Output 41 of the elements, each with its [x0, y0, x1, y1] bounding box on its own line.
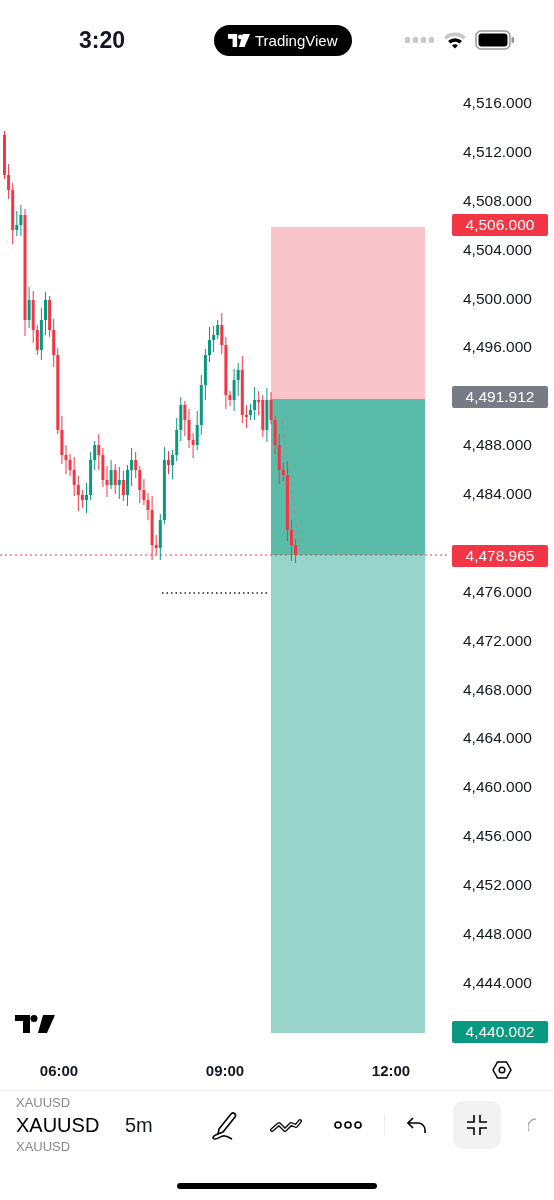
price-label: 4,468.000: [463, 679, 532, 700]
interval-button[interactable]: 5m: [125, 1113, 210, 1137]
pen-icon[interactable]: [210, 1110, 238, 1140]
price-label: 4,516.000: [463, 93, 532, 113]
collapse-icon: [466, 1114, 488, 1136]
price-label: 4,476.000: [463, 581, 532, 602]
price-label: 4,496.000: [463, 337, 532, 358]
symbol-option[interactable]: XAUUSD: [16, 1095, 112, 1111]
price-label: 4,488.000: [463, 435, 532, 456]
price-label: 4,508.000: [463, 190, 532, 211]
price-label: 4,504.000: [463, 239, 532, 260]
price-label: 4,448.000: [463, 923, 532, 944]
tradingview-logo: [15, 1015, 55, 1033]
price-label: 4,452.000: [463, 875, 532, 896]
app-pill: TradingView: [214, 24, 352, 56]
price-badge: 4,491.912: [452, 386, 548, 409]
price-label: 4,512.000: [463, 141, 532, 162]
collapse-button[interactable]: [453, 1101, 501, 1149]
price-label: 4,500.000: [463, 288, 532, 309]
price-label: 4,444.000: [463, 972, 532, 993]
wifi-icon: [442, 31, 467, 49]
undo-icon[interactable]: [407, 1116, 427, 1134]
battery-icon: [474, 30, 515, 50]
price-label: 4,456.000: [463, 826, 532, 847]
price-label: 4,464.000: [463, 728, 532, 749]
more-icon[interactable]: [334, 1121, 362, 1129]
time-label: 12:00: [370, 1061, 412, 1079]
price-label: 4,484.000: [463, 484, 532, 505]
price-badge: 4,506.000: [452, 214, 548, 237]
time-label: 09:00: [204, 1061, 246, 1079]
price-label: 4,472.000: [463, 630, 532, 651]
signal-icon: [404, 37, 435, 43]
price-label: 4,460.000: [463, 777, 532, 798]
symbol-option[interactable]: XAUUSD: [16, 1111, 112, 1139]
settings-icon[interactable]: [492, 1060, 512, 1080]
price-badge: 4,440.002: [452, 1020, 548, 1043]
price-badge: 4,478.965: [452, 544, 548, 567]
logo-icon: [228, 33, 250, 47]
symbol-option[interactable]: XAUUSD: [16, 1139, 112, 1155]
status-time: 3:20: [79, 26, 127, 54]
time-label: 06:00: [38, 1061, 80, 1079]
